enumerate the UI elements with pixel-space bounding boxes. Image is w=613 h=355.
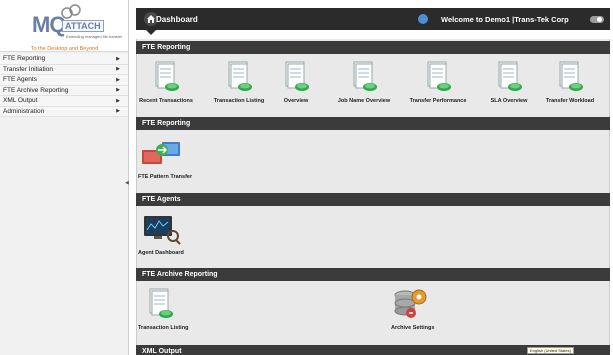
chevron-right-icon: ▶ [116, 97, 120, 104]
logo-subtitle: Extending managed file transfer [66, 34, 123, 39]
sidebar-item-fte-agents[interactable]: FTE Agents ▶ [0, 75, 128, 86]
tile-sla-overview[interactable]: SLA Overview [484, 60, 534, 104]
chevron-right-icon: ▶ [116, 76, 120, 83]
tile-archive-transaction-listing[interactable]: Transaction Listing [138, 287, 198, 331]
chevron-right-icon: ▶ [116, 66, 120, 73]
section-fte-archive-reporting: FTE Archive Reporting [136, 268, 610, 281]
tile-label: Archive Settings [391, 325, 435, 331]
collapse-sidebar-icon[interactable]: ◀ [125, 180, 129, 186]
tile-overview[interactable]: Overview [276, 60, 316, 104]
sidebar: MQ ATTACH Extending managed file transfe… [0, 0, 129, 355]
home-icon [147, 15, 155, 23]
tile-label: SLA Overview [490, 98, 528, 104]
sidebar-item-fte-reporting[interactable]: FTE Reporting ▶ [0, 54, 128, 65]
logo-mq: MQ [32, 12, 66, 37]
logo-attach: ATTACH [62, 20, 104, 32]
sidebar-item-label: XML Output [3, 97, 38, 105]
report-icon [285, 61, 309, 91]
database-gear-icon [394, 289, 427, 318]
sidebar-item-label: Administration [3, 107, 45, 115]
report-icon [149, 288, 173, 318]
top-bar: Dashboard Welcome to Demo1 |Trans-Tek Co… [136, 8, 610, 35]
settings-toggle[interactable] [590, 16, 604, 23]
report-icon [155, 61, 179, 91]
user-icon[interactable] [418, 14, 428, 24]
tile-transfer-workload[interactable]: Transfer Workload [540, 60, 600, 104]
section-fte-agents: FTE Agents [136, 193, 610, 206]
tile-job-name-overview[interactable]: Job Name Overview [334, 60, 394, 104]
pattern-transfer-icon [142, 142, 180, 164]
report-icon [559, 61, 583, 91]
sidebar-item-fte-archive-reporting[interactable]: FTE Archive Reporting ▶ [0, 85, 128, 96]
tile-transfer-performance[interactable]: Transfer Performance [406, 60, 470, 104]
tile-recent-transactions[interactable]: Recent Transactions [136, 60, 196, 104]
tile-agent-dashboard[interactable]: Agent Dashboard [138, 212, 198, 256]
sidebar-menu: FTE Reporting ▶ Transfer Initiation ▶ FT… [0, 54, 128, 117]
sidebar-item-label: FTE Archive Reporting [3, 86, 69, 94]
tile-label: Overview [283, 98, 309, 104]
title-notch [146, 30, 156, 35]
page-title: Dashboard [156, 15, 198, 24]
tile-label: Transaction Listing [213, 98, 265, 104]
tile-label: FTE Pattern Transfer [138, 174, 193, 180]
main-content: Dashboard Welcome to Demo1 |Trans-Tek Co… [136, 0, 613, 355]
tile-fte-pattern-transfer[interactable]: FTE Pattern Transfer [138, 136, 198, 180]
sidebar-item-administration[interactable]: Administration ▶ [0, 106, 128, 117]
chevron-right-icon: ▶ [116, 87, 120, 94]
report-icon [228, 61, 252, 91]
tile-label: Job Name Overview [337, 98, 391, 104]
mqattach-logo[interactable]: MQ ATTACH Extending managed file transfe… [0, 0, 128, 52]
report-icon [353, 61, 377, 91]
section-fte-reporting-2: FTE Reporting [136, 117, 610, 130]
report-icon [427, 61, 451, 91]
tile-label: Transaction Listing [138, 325, 189, 331]
tile-label: Transfer Workload [545, 98, 595, 104]
tile-archive-settings[interactable]: Archive Settings [391, 287, 451, 331]
chevron-right-icon: ▶ [116, 55, 120, 62]
logo-tagline: To the Desktop and Beyond [30, 46, 99, 52]
sidebar-item-transfer-initiation[interactable]: Transfer Initiation ▶ [0, 64, 128, 75]
welcome-text: Welcome to Demo1 |Trans-Tek Corp [441, 15, 569, 24]
tile-label: Recent Transactions [139, 98, 193, 104]
tile-label: Agent Dashboard [138, 250, 184, 256]
sidebar-item-label: Transfer Initiation [3, 65, 53, 73]
section-fte-reporting: FTE Reporting [136, 41, 610, 54]
sidebar-item-label: FTE Reporting [3, 55, 46, 63]
language-badge: English (United States) [527, 347, 574, 354]
tile-label: Transfer Performance [409, 98, 467, 104]
report-icon [498, 61, 522, 91]
sidebar-item-xml-output[interactable]: XML Output ▶ [0, 96, 128, 107]
tile-transaction-listing[interactable]: Transaction Listing [208, 60, 270, 104]
sidebar-item-label: FTE Agents [3, 76, 37, 84]
chevron-right-icon: ▶ [116, 108, 120, 115]
agent-monitor-icon [144, 216, 181, 245]
